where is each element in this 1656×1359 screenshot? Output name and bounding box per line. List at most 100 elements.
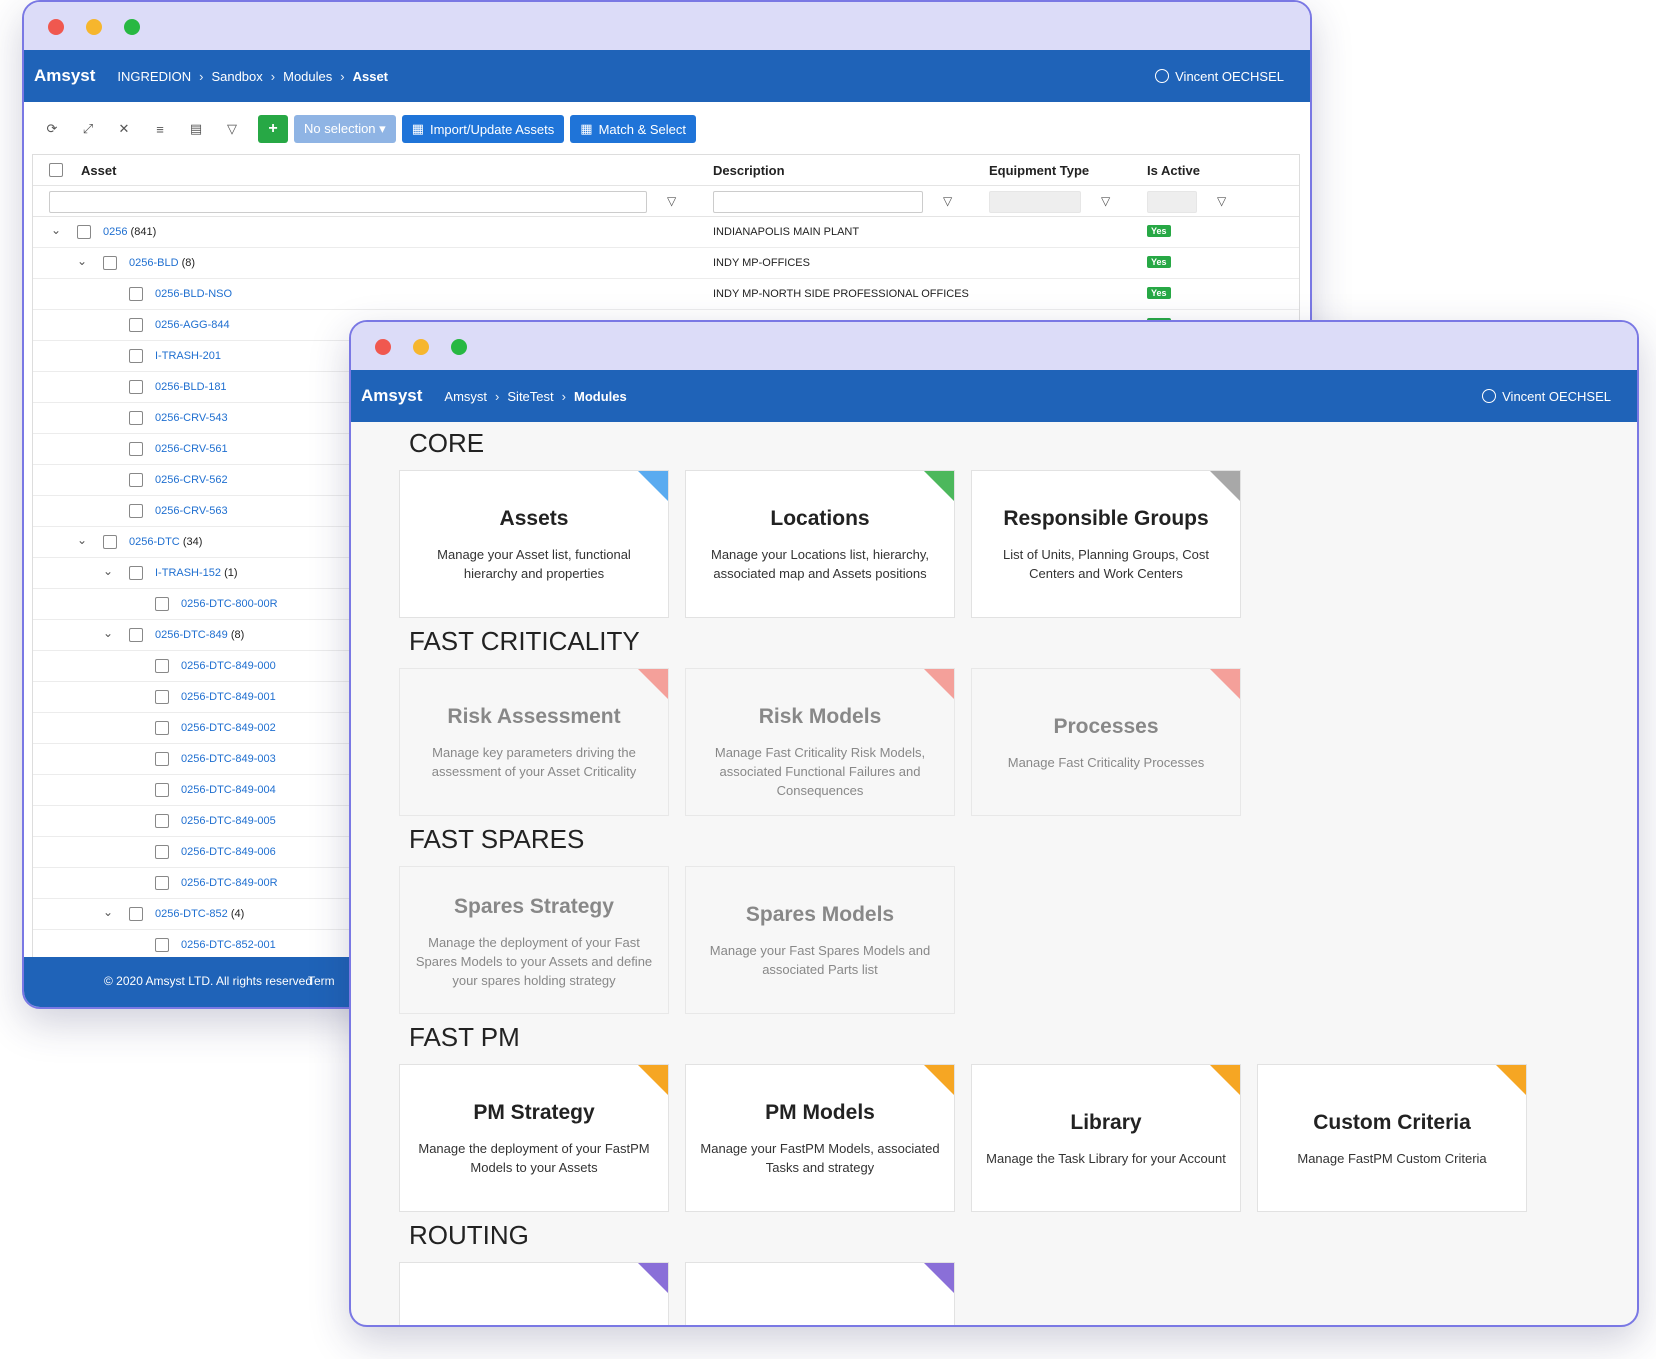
row-checkbox[interactable] (155, 690, 169, 704)
asset-link[interactable]: I-TRASH-152 (1) (155, 567, 238, 579)
filter-icon[interactable]: ▽ (943, 194, 952, 208)
minimize-window-button[interactable] (413, 339, 429, 355)
app-logo[interactable]: Amsyst (361, 386, 422, 406)
asset-link[interactable]: I-TRASH-201 (155, 350, 221, 362)
filter-icon[interactable]: ▽ (1217, 194, 1226, 208)
asset-link[interactable]: 0256-CRV-561 (155, 443, 228, 455)
module-card[interactable]: Spares Strategy Manage the deployment of … (399, 866, 669, 1014)
asset-link[interactable]: 0256-DTC-849-005 (181, 815, 276, 827)
module-card[interactable]: Responsible Groups List of Units, Plannin… (971, 470, 1241, 618)
maximize-window-button[interactable] (451, 339, 467, 355)
module-card[interactable]: Library Manage the Task Library for your … (971, 1064, 1241, 1212)
asset-link[interactable]: 0256-DTC-849-003 (181, 753, 276, 765)
chevron-down-icon[interactable]: ⌄ (77, 533, 87, 547)
row-checkbox[interactable] (155, 597, 169, 611)
description-filter-input[interactable] (713, 191, 923, 213)
filter-icon[interactable]: ▽ (667, 194, 676, 208)
asset-link[interactable]: 0256-DTC-849-00R (181, 877, 278, 889)
module-card[interactable]: Locations Manage your Locations list, hie… (685, 470, 955, 618)
align-icon[interactable]: ≡ (142, 122, 178, 137)
row-checkbox[interactable] (129, 473, 143, 487)
module-card[interactable]: Spares Models Manage your Fast Spares Mod… (685, 866, 955, 1014)
breadcrumb-item[interactable]: Amsyst (444, 389, 487, 404)
add-button[interactable]: + (258, 115, 288, 143)
app-logo[interactable]: Amsyst (34, 66, 95, 86)
filter-icon[interactable]: ▽ (214, 121, 250, 137)
row-checkbox[interactable] (129, 349, 143, 363)
chevron-down-icon[interactable]: ⌄ (103, 905, 113, 919)
row-checkbox[interactable] (129, 566, 143, 580)
row-checkbox[interactable] (129, 907, 143, 921)
table-row[interactable]: 0256-BLD-NSO INDY MP-NORTH SIDE PROFESSI… (33, 279, 1299, 310)
user-menu[interactable]: Vincent OECHSEL (1482, 389, 1611, 404)
minimize-window-button[interactable] (86, 19, 102, 35)
row-checkbox[interactable] (155, 876, 169, 890)
close-window-button[interactable] (48, 19, 64, 35)
chevron-down-icon[interactable]: ⌄ (103, 626, 113, 640)
module-card[interactable]: Custom Criteria Manage FastPM Custom Crit… (1257, 1064, 1527, 1212)
chevron-down-icon[interactable]: ⌄ (51, 223, 61, 237)
match-select-button[interactable]: ▦ Match & Select (570, 115, 696, 143)
row-checkbox[interactable] (155, 783, 169, 797)
refresh-icon[interactable]: ⟳ (34, 121, 70, 137)
asset-filter-input[interactable] (49, 191, 647, 213)
column-asset[interactable]: Asset (81, 163, 116, 178)
asset-link[interactable]: 0256-DTC-849 (8) (155, 629, 244, 641)
collapse-icon[interactable]: ✕ (106, 121, 142, 137)
row-checkbox[interactable] (103, 256, 117, 270)
column-description[interactable]: Description (713, 163, 785, 178)
module-card[interactable]: PM Strategy Manage the deployment of your… (399, 1064, 669, 1212)
selection-dropdown[interactable]: No selection ▾ (294, 115, 396, 143)
breadcrumb-item[interactable]: SiteTest (507, 389, 553, 404)
asset-link[interactable]: 0256-DTC-849-000 (181, 660, 276, 672)
asset-link[interactable]: 0256-CRV-562 (155, 474, 228, 486)
asset-link[interactable]: 0256-CRV-563 (155, 505, 228, 517)
close-window-button[interactable] (375, 339, 391, 355)
breadcrumb-item[interactable]: Sandbox (211, 69, 262, 84)
row-checkbox[interactable] (155, 659, 169, 673)
chevron-down-icon[interactable]: ⌄ (103, 564, 113, 578)
row-checkbox[interactable] (129, 628, 143, 642)
row-checkbox[interactable] (129, 442, 143, 456)
module-card[interactable]: PM Models Manage your FastPM Models, asso… (685, 1064, 955, 1212)
user-menu[interactable]: Vincent OECHSEL (1155, 69, 1284, 84)
module-card[interactable] (399, 1262, 669, 1325)
maximize-window-button[interactable] (124, 19, 140, 35)
asset-link[interactable]: 0256-DTC-849-001 (181, 691, 276, 703)
row-checkbox[interactable] (129, 318, 143, 332)
chevron-down-icon[interactable]: ⌄ (77, 254, 87, 268)
asset-link[interactable]: 0256-DTC-852-001 (181, 939, 276, 951)
row-checkbox[interactable] (129, 504, 143, 518)
import-assets-button[interactable]: ▦ Import/Update Assets (401, 115, 565, 143)
column-is-active[interactable]: Is Active (1147, 163, 1200, 178)
filter-icon[interactable]: ▽ (1101, 194, 1110, 208)
module-card[interactable]: Risk Assessment Manage key parameters dri… (399, 668, 669, 816)
asset-link[interactable]: 0256-DTC-849-006 (181, 846, 276, 858)
is-active-filter[interactable] (1147, 191, 1197, 213)
equipment-type-filter[interactable] (989, 191, 1081, 213)
column-equipment-type[interactable]: Equipment Type (989, 163, 1089, 178)
row-checkbox[interactable] (129, 411, 143, 425)
asset-link[interactable]: 0256-DTC-800-00R (181, 598, 278, 610)
row-checkbox[interactable] (129, 380, 143, 394)
table-row[interactable]: ⌄ 0256-BLD (8) INDY MP-OFFICES Yes (33, 248, 1299, 279)
row-checkbox[interactable] (155, 752, 169, 766)
module-card[interactable]: Risk Models Manage Fast Criticality Risk … (685, 668, 955, 816)
asset-link[interactable]: 0256-BLD-NSO (155, 288, 232, 300)
asset-link[interactable]: 0256-DTC (34) (129, 536, 202, 548)
table-row[interactable]: ⌄ 0256 (841) INDIANAPOLIS MAIN PLANT Yes (33, 217, 1299, 248)
asset-link[interactable]: 0256-DTC-849-004 (181, 784, 276, 796)
row-checkbox[interactable] (129, 287, 143, 301)
asset-link[interactable]: 0256-DTC-852 (4) (155, 908, 244, 920)
asset-link[interactable]: 0256-BLD-181 (155, 381, 227, 393)
expand-icon[interactable]: ⤢ (70, 121, 106, 137)
asset-link[interactable]: 0256-CRV-543 (155, 412, 228, 424)
row-checkbox[interactable] (155, 721, 169, 735)
breadcrumb-item[interactable]: INGREDION (117, 69, 191, 84)
asset-link[interactable]: 0256-BLD (8) (129, 257, 195, 269)
asset-link[interactable]: 0256-DTC-849-002 (181, 722, 276, 734)
row-checkbox[interactable] (155, 938, 169, 952)
module-card[interactable]: Assets Manage your Asset list, functional… (399, 470, 669, 618)
row-checkbox[interactable] (103, 535, 117, 549)
row-checkbox[interactable] (77, 225, 91, 239)
